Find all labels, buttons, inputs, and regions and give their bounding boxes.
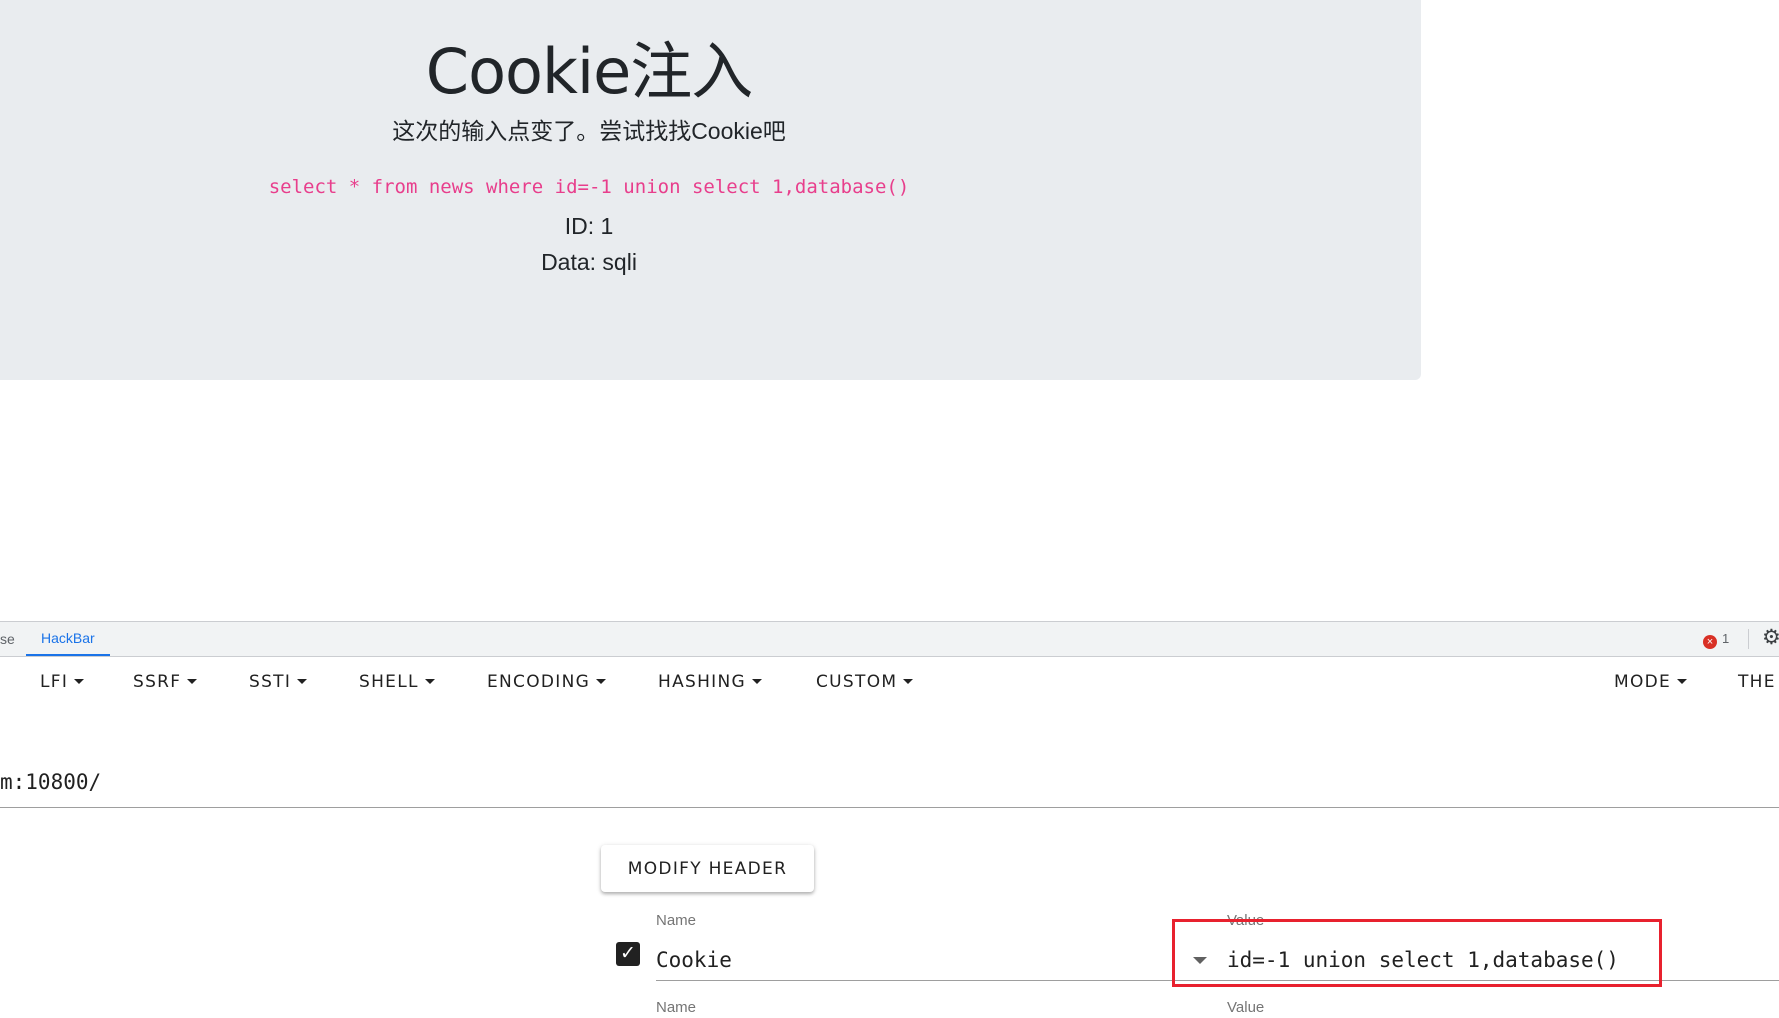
menu-ssti[interactable]: SSTI (249, 672, 308, 692)
sql-query-text: select * from news where id=-1 union sel… (268, 176, 910, 198)
result-id: ID: 1 (564, 213, 614, 239)
url-text: m:10800/ (0, 770, 102, 794)
menu-custom[interactable]: CUSTOM (816, 672, 914, 692)
menu-hashing[interactable]: HASHING (658, 672, 762, 692)
next-header-name-label: Name (656, 999, 697, 1016)
caret-down-icon (297, 679, 308, 684)
header-name-value: Cookie (656, 948, 732, 972)
modify-header-button[interactable]: MODIFY HEADER (601, 845, 814, 892)
caret-down-icon (752, 679, 762, 684)
tab-previous[interactable]: se (0, 631, 15, 647)
caret-down-icon (74, 679, 85, 684)
devtools-tabbar: se HackBar × 1 ⚙ (0, 622, 1779, 657)
menu-mode[interactable]: MODE (1614, 672, 1688, 692)
header-name-field[interactable]: Cookie (656, 940, 1222, 981)
page-subtitle: 这次的输入点变了。尝试找找Cookie吧 (392, 118, 786, 144)
menu-encoding[interactable]: ENCODING (487, 672, 607, 692)
caret-down-icon (187, 679, 198, 684)
page-title: Cookie注入 (425, 35, 753, 108)
menu-theme[interactable]: THE (1738, 672, 1776, 692)
annotation-highlight-box (1172, 919, 1662, 987)
devtools-panel: se HackBar × 1 ⚙ LFI SSRF SSTI SHELL ENCO… (0, 621, 1779, 1018)
header-enabled-checkbox[interactable]: ✓ (616, 942, 640, 966)
tabbar-divider (1748, 629, 1749, 649)
caret-down-icon (596, 679, 607, 684)
error-counter[interactable]: × 1 (1703, 631, 1729, 649)
tab-hackbar[interactable]: HackBar (26, 622, 110, 656)
caret-down-icon (1677, 679, 1688, 684)
result-data: Data: sqli (541, 249, 637, 275)
error-count: 1 (1722, 631, 1730, 646)
menu-lfi[interactable]: LFI (40, 672, 85, 692)
screenshot: Cookie注入 这次的输入点变了。尝试找找Cookie吧 select * f… (0, 0, 1779, 1018)
settings-gear-icon[interactable]: ⚙ (1762, 627, 1779, 649)
jumbotron: Cookie注入 这次的输入点变了。尝试找找Cookie吧 select * f… (0, 0, 1421, 380)
next-header-value-label: Value (1227, 999, 1265, 1016)
menu-shell[interactable]: SHELL (359, 672, 435, 692)
hackbar-menubar: LFI SSRF SSTI SHELL ENCODING HASHING CUS… (0, 657, 1779, 713)
error-x-icon: × (1703, 635, 1717, 649)
caret-down-icon (424, 679, 435, 684)
jumbotron-content: Cookie注入 这次的输入点变了。尝试找找Cookie吧 select * f… (0, 0, 1178, 280)
header-name-label: Name (656, 912, 697, 929)
menu-ssrf[interactable]: SSRF (133, 672, 198, 692)
caret-down-icon (903, 679, 914, 684)
url-input[interactable]: m:10800/ (0, 762, 1779, 808)
